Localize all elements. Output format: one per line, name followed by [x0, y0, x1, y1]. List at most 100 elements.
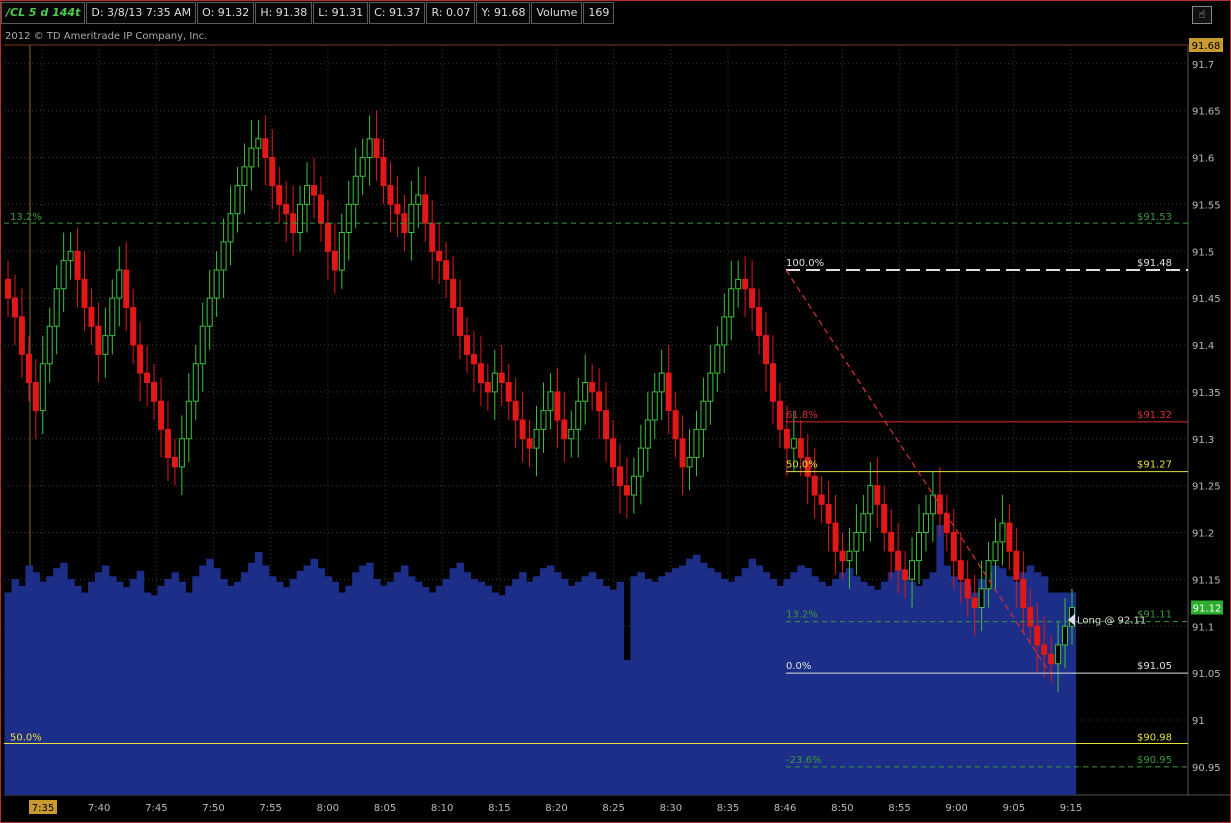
- candle-body: [297, 203, 304, 233]
- volume-bar: [825, 585, 833, 795]
- volume-bar: [470, 579, 479, 795]
- time-tick-label: 8:15: [488, 803, 510, 814]
- volume-bar: [727, 581, 736, 795]
- candle-body: [616, 466, 623, 487]
- fib-percent-label: 13.2%: [10, 212, 42, 223]
- candle-body: [818, 494, 825, 505]
- volume-bar: [81, 592, 89, 795]
- volume-bar: [115, 581, 124, 795]
- volume-bar: [894, 568, 903, 795]
- volume-bar: [887, 572, 896, 795]
- volume-bar: [998, 568, 1007, 795]
- volume-bar: [393, 572, 402, 795]
- candle-body: [227, 213, 234, 243]
- candle-body: [756, 307, 763, 337]
- price-tick-label: 91.25: [1192, 482, 1221, 493]
- volume-bar: [915, 585, 924, 795]
- price-tick-label: 91.35: [1192, 388, 1221, 399]
- candle-body: [74, 250, 81, 280]
- volume-bar: [581, 576, 590, 795]
- candle-body: [484, 382, 491, 393]
- candle-body: [561, 419, 568, 440]
- current-time-label: 7:35: [32, 803, 54, 814]
- time-tick-label: 8:10: [431, 803, 453, 814]
- current-price-label: 91.12: [1193, 604, 1222, 615]
- time-tick-label: 8:35: [717, 803, 739, 814]
- volume-bar: [748, 558, 757, 795]
- volume-bar: [692, 554, 701, 795]
- candle-body: [213, 269, 220, 299]
- candle-body: [450, 278, 457, 308]
- fib-percent-label: 50.0%: [786, 460, 818, 471]
- candle-body: [714, 344, 721, 374]
- candle-body: [116, 269, 123, 299]
- volume-bar: [268, 576, 277, 795]
- candle-body: [853, 532, 860, 552]
- candle-body: [380, 157, 387, 187]
- price-tick-label: 91.65: [1192, 107, 1221, 118]
- candle-body: [220, 241, 227, 271]
- fib-percent-label: 50.0%: [10, 732, 42, 743]
- candle-body: [415, 194, 422, 205]
- volume-bar: [199, 565, 207, 795]
- volume-bar: [832, 579, 840, 795]
- time-tick-label: 7:40: [88, 803, 110, 814]
- volume-bar: [553, 572, 562, 795]
- volume-bar: [623, 660, 632, 795]
- candle-body: [1027, 607, 1034, 627]
- candle-body: [811, 475, 818, 496]
- candle-body: [157, 400, 164, 430]
- volume-bar: [546, 565, 555, 795]
- time-tick-label: 7:45: [145, 803, 167, 814]
- volume-bar: [574, 581, 583, 795]
- last-price-label: 91.68: [1192, 41, 1221, 52]
- candle-body: [67, 250, 74, 262]
- volume-bar: [275, 581, 284, 795]
- candle-body: [25, 353, 32, 383]
- volume-bar: [533, 576, 541, 795]
- candle-body: [992, 541, 999, 562]
- candle-body: [742, 278, 749, 290]
- candle-body: [123, 269, 130, 308]
- volume-bar: [366, 562, 374, 795]
- candle-body: [1006, 522, 1013, 552]
- candle-body: [630, 475, 637, 496]
- candle-body: [310, 185, 317, 196]
- volume-bar: [53, 568, 61, 795]
- time-tick-label: 9:00: [945, 803, 967, 814]
- volume-bar: [929, 572, 937, 795]
- candle-body: [547, 391, 554, 412]
- candle-body: [192, 363, 199, 402]
- volume-bar: [845, 568, 854, 795]
- volume-bar: [449, 568, 458, 795]
- price-tick-label: 91.55: [1192, 200, 1221, 211]
- candle-body: [637, 447, 644, 477]
- time-tick-label: 8:50: [831, 803, 853, 814]
- time-tick-label: 8:00: [317, 803, 339, 814]
- price-tick-label: 91.6: [1192, 154, 1214, 165]
- candle-body: [971, 597, 978, 608]
- candle-body: [241, 166, 248, 187]
- candle-body: [874, 485, 881, 505]
- volume-bar: [150, 595, 159, 795]
- price-tick-label: 91.2: [1192, 529, 1214, 540]
- volume-bar: [94, 572, 103, 795]
- candle-body: [1020, 578, 1027, 608]
- candle-body: [895, 550, 902, 571]
- price-chart[interactable]: 13.2% $91.53 50.0% $90.98 100.0% $91.48 61.8% $…: [0, 0, 1231, 823]
- candle-body: [366, 138, 373, 158]
- price-tick-label: 91.7: [1192, 60, 1214, 71]
- candle-body: [950, 532, 957, 562]
- volume-bar: [936, 525, 944, 795]
- candle-body: [53, 288, 60, 327]
- time-tick-label: 9:05: [1003, 803, 1025, 814]
- candle-body: [185, 400, 192, 440]
- candle-body: [867, 485, 874, 515]
- volume-bar: [540, 568, 548, 795]
- volume-bar: [616, 581, 625, 795]
- candle-body: [32, 382, 39, 412]
- volume-bar: [505, 585, 513, 795]
- candle-body: [262, 138, 269, 158]
- time-tick-label: 8:46: [774, 803, 796, 814]
- price-tick-label: 91.1: [1192, 622, 1214, 633]
